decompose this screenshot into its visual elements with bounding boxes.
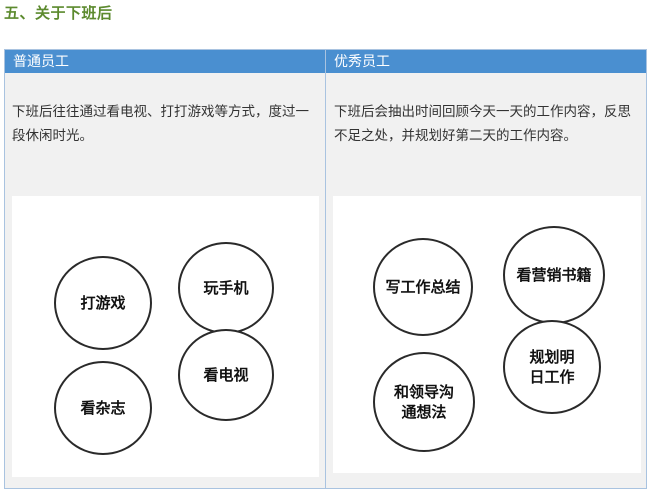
column-ordinary-employee: 普通员工 下班后往往通过看电视、打打游戏等方式，度过一段休闲时光。 打游戏 玩手… [5, 50, 326, 488]
column-text-excellent: 下班后会抽出时间回顾今天一天的工作内容，反思不足之处，并规划好第二天的工作内容。 [334, 104, 631, 144]
column-excellent-employee: 优秀员工 下班后会抽出时间回顾今天一天的工作内容，反思不足之处，并规划好第二天的… [326, 50, 646, 488]
bubble-plan-tomorrow: 规划明日工作 [503, 320, 601, 414]
bubble-write-summary: 写工作总结 [373, 238, 473, 336]
bubble-play-games: 打游戏 [54, 256, 152, 350]
column-text-ordinary: 下班后往往通过看电视、打打游戏等方式，度过一段休闲时光。 [12, 104, 309, 144]
column-header-excellent: 优秀员工 [326, 50, 646, 73]
bubble-watch-tv: 看电视 [178, 329, 274, 421]
illustration-excellent: 写工作总结 看营销书籍 和领导沟通想法 规划明日工作 [333, 196, 641, 473]
comparison-table: 普通员工 下班后往往通过看电视、打打游戏等方式，度过一段休闲时光。 打游戏 玩手… [4, 49, 647, 489]
bubble-read-marketing-books: 看营销书籍 [503, 226, 605, 324]
illustration-ordinary: 打游戏 玩手机 看电视 看杂志 [12, 196, 319, 477]
bubble-play-phone: 玩手机 [178, 242, 274, 334]
section-title: 五、关于下班后 [4, 4, 113, 22]
bubble-read-magazine: 看杂志 [54, 361, 152, 455]
column-header-ordinary: 普通员工 [5, 50, 325, 73]
bubble-talk-with-leader: 和领导沟通想法 [373, 352, 475, 452]
